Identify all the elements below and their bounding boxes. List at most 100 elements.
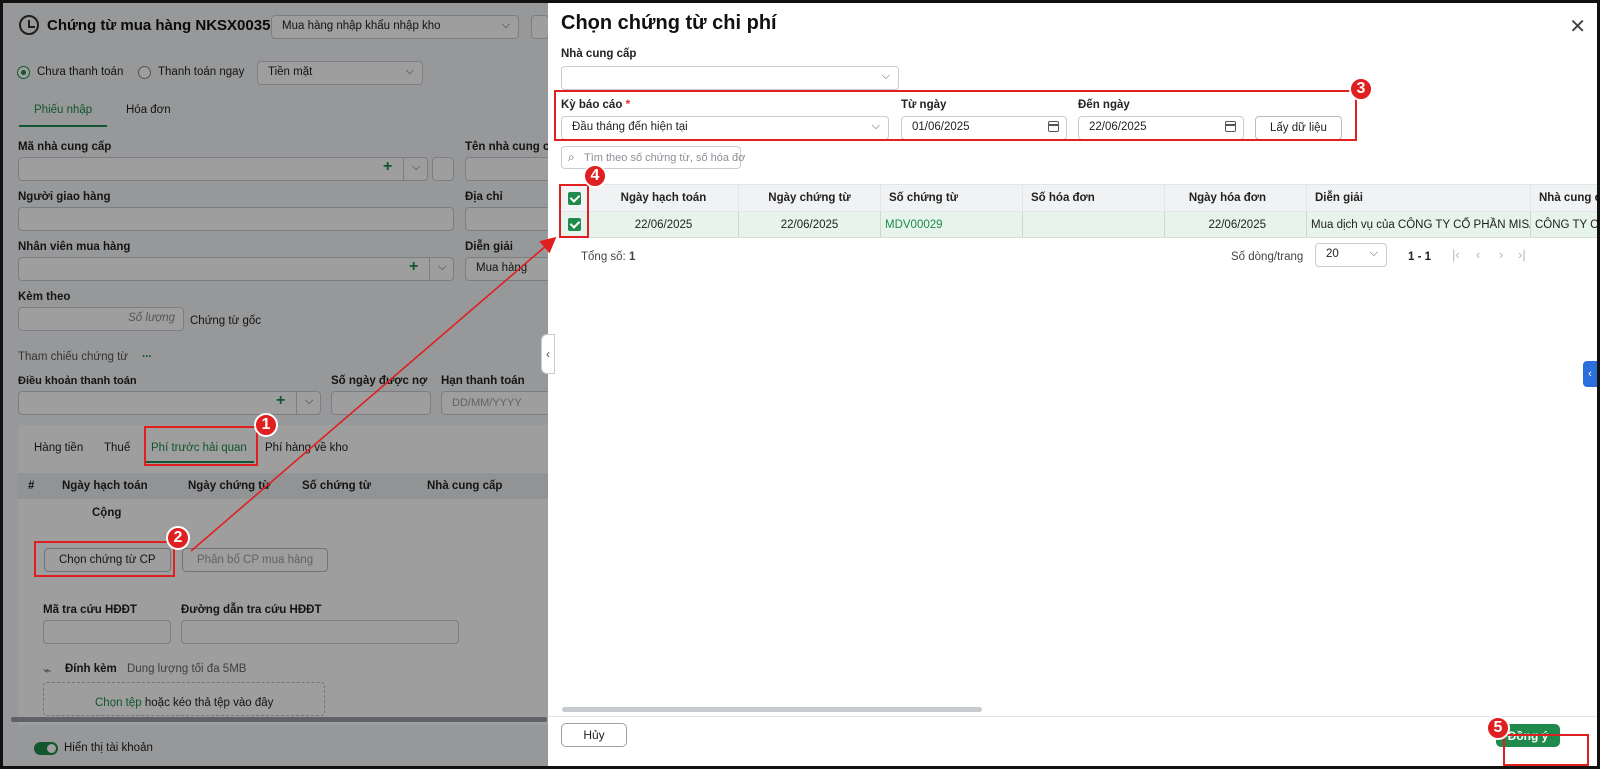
- add-buyer-icon[interactable]: +: [409, 258, 418, 276]
- credit-days-input[interactable]: [331, 391, 431, 415]
- voucher-type-select[interactable]: Mua hàng nhập khẩu nhập kho ⌵: [271, 15, 519, 39]
- buyer-input[interactable]: [18, 257, 454, 281]
- deliverer-label: Người giao hàng: [18, 191, 111, 203]
- lookup-icon[interactable]: [432, 157, 454, 181]
- collapse-panel-button[interactable]: ‹: [541, 334, 555, 374]
- dialog-title: Chọn chứng từ chi phí: [561, 12, 777, 34]
- next-page-icon[interactable]: ›: [1499, 247, 1503, 262]
- show-accounts-toggle[interactable]: [34, 742, 58, 755]
- attach-qty-input[interactable]: Số lượng: [18, 307, 184, 331]
- cell-invoice-date: 22/06/2025: [1165, 212, 1307, 237]
- calendar-icon[interactable]: [1048, 121, 1059, 132]
- chevron-down-icon: ⌵: [1369, 247, 1378, 259]
- chevron-down-icon: ⌵: [501, 19, 510, 31]
- select-all-cell[interactable]: [568, 185, 584, 211]
- cell-doc-no-link[interactable]: MDV00029: [881, 212, 1023, 237]
- choose-cost-doc-button[interactable]: Chọn chứng từ CP: [44, 548, 171, 572]
- einvoice-url-input[interactable]: [181, 620, 459, 644]
- to-date-input[interactable]: 22/06/2025: [1078, 116, 1244, 140]
- description-input[interactable]: Mua hàng: [465, 257, 555, 281]
- attachment-limit: Dung lượng tối đa 5MB: [127, 663, 247, 675]
- cell-doc-date: 22/06/2025: [739, 212, 881, 237]
- allocate-cost-button[interactable]: Phân bổ CP mua hàng: [182, 548, 329, 572]
- cell-invoice-no: [1023, 212, 1165, 237]
- tab-tax[interactable]: Thuế: [104, 442, 130, 454]
- purchase-voucher-form: Chứng từ mua hàng NKSX0035 Mua hàng nhập…: [3, 3, 555, 766]
- col-doc-no: Số chứng từ: [881, 185, 1023, 211]
- cell-post-date: 22/06/2025: [589, 212, 739, 237]
- tab-receipt[interactable]: Phiếu nhập: [34, 104, 92, 116]
- file-drop-text: Chọn tệp hoặc kéo thả tệp vào đây: [95, 697, 273, 709]
- page-range: 1 - 1: [1408, 251, 1432, 263]
- last-page-icon[interactable]: ›|: [1518, 247, 1526, 262]
- grid-total: Tổng số: 1: [581, 251, 635, 263]
- cost-grid-header: Ngày hạch toán Ngày chứng từ Số chứng từ…: [559, 184, 1600, 212]
- attach-label: Kèm theo: [18, 291, 71, 303]
- supplier-select[interactable]: ⌵: [561, 66, 899, 90]
- period-label: Kỳ báo cáo *: [561, 99, 630, 111]
- row-checkbox[interactable]: [568, 218, 581, 231]
- cancel-button[interactable]: Hủy: [561, 723, 627, 747]
- prev-page-icon[interactable]: ‹: [1476, 247, 1480, 262]
- add-supplier-icon[interactable]: +: [383, 158, 392, 176]
- deliverer-input[interactable]: [18, 207, 454, 231]
- chevron-down-icon[interactable]: ⌵: [403, 157, 428, 181]
- due-date-input[interactable]: DD/MM/YYYY: [441, 391, 555, 415]
- from-date-value: 01/06/2025: [912, 121, 970, 133]
- search-placeholder: Tìm theo số chứng từ, số hóa đơ: [584, 152, 746, 164]
- rows-per-page-select[interactable]: 20 ⌵: [1315, 243, 1387, 267]
- annotation-badge-3: 3: [1349, 77, 1373, 101]
- col-doc-date: Ngày chứng từ: [739, 185, 881, 211]
- supplier-code-input[interactable]: [18, 157, 428, 181]
- select-all-checkbox[interactable]: [568, 191, 581, 205]
- col-no: #: [28, 480, 35, 492]
- total-label: Tổng số:: [581, 251, 626, 263]
- col-invoice-date: Ngày hóa đơn: [1165, 185, 1307, 211]
- fetch-data-button[interactable]: Lấy dữ liệu: [1255, 116, 1342, 140]
- total-value: 1: [628, 251, 636, 263]
- col-post-date: Ngày hạch toán: [62, 480, 148, 492]
- close-icon[interactable]: ✕: [1569, 14, 1586, 39]
- chevron-down-icon: ⌵: [871, 120, 880, 132]
- period-value: Đầu tháng đến hiện tại: [572, 121, 688, 133]
- horizontal-scrollbar[interactable]: [562, 707, 982, 712]
- tab-customs-fee[interactable]: Phí trước hải quan: [151, 442, 247, 454]
- table-row[interactable]: 22/06/2025 22/06/2025 MDV00029 22/06/202…: [559, 212, 1597, 238]
- description-label: Diễn giải: [465, 241, 513, 253]
- tab-warehouse-fee[interactable]: Phí hàng về kho: [265, 442, 348, 454]
- radio-unpaid[interactable]: [17, 66, 30, 79]
- chevron-down-icon[interactable]: ⌵: [296, 391, 321, 415]
- gear-icon[interactable]: [531, 15, 549, 39]
- chevron-down-icon: ⌵: [881, 70, 890, 82]
- from-date-input[interactable]: 01/06/2025: [901, 116, 1067, 140]
- payment-terms-label: Điều khoản thanh toán: [18, 375, 137, 387]
- einvoice-code-input[interactable]: [43, 620, 171, 644]
- description-value: Mua hàng: [476, 262, 528, 274]
- annotation-badge-2: 2: [166, 526, 190, 550]
- supplier-name-label: Tên nhà cung c: [465, 141, 550, 153]
- ref-doc-more[interactable]: ...: [142, 348, 152, 360]
- chevron-down-icon[interactable]: ⌵: [429, 257, 454, 281]
- calendar-icon[interactable]: [1225, 121, 1236, 132]
- radio-paid-now[interactable]: [138, 66, 151, 79]
- tab-invoice[interactable]: Hóa đơn: [126, 104, 171, 116]
- row-checkbox-cell[interactable]: [568, 212, 584, 237]
- choose-file-link[interactable]: Chọn tệp: [95, 697, 142, 709]
- paperclip-icon: ⌁: [43, 662, 52, 678]
- address-input[interactable]: [465, 207, 555, 231]
- tab-goods[interactable]: Hàng tiền: [34, 442, 83, 454]
- original-doc-label: Chứng từ gốc: [190, 315, 262, 327]
- payment-method-select[interactable]: Tiền mặt ⌵: [257, 61, 423, 85]
- horizontal-scrollbar[interactable]: [11, 717, 547, 722]
- side-panel-toggle[interactable]: ‹: [1583, 361, 1597, 387]
- first-page-icon[interactable]: |‹: [1452, 247, 1460, 262]
- col-doc-no: Số chứng từ: [302, 480, 372, 492]
- add-terms-icon[interactable]: +: [276, 392, 285, 410]
- period-select[interactable]: Đầu tháng đến hiện tại ⌵: [561, 116, 889, 140]
- col-invoice-no: Số hóa đơn: [1023, 185, 1165, 211]
- history-icon[interactable]: [19, 15, 39, 35]
- supplier-name-input[interactable]: [465, 157, 555, 181]
- col-supplier: Nhà cung c: [1539, 192, 1600, 204]
- voucher-type-value: Mua hàng nhập khẩu nhập kho: [282, 20, 441, 32]
- footer-divider: [548, 716, 1597, 717]
